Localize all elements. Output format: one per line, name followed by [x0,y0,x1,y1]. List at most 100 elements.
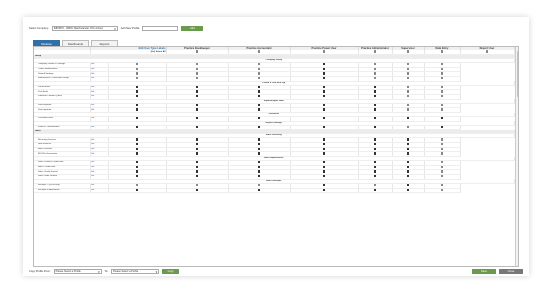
checkbox-unchecked[interactable] [257,72,261,75]
checkbox-checked[interactable] [373,138,377,141]
checkbox-checked[interactable] [135,117,139,120]
checkbox-checked[interactable] [373,147,377,150]
checkbox-checked[interactable] [373,85,377,88]
checkbox-unchecked[interactable] [195,183,199,187]
checkbox-unchecked[interactable] [257,50,261,53]
checkbox-checked[interactable] [257,125,261,128]
checkbox-checked[interactable] [135,103,139,106]
checkbox-unchecked[interactable] [373,77,377,80]
checkbox-checked[interactable] [135,175,139,178]
checkbox-checked[interactable] [195,188,199,191]
checkbox-checked[interactable] [257,170,261,173]
checkbox-checked[interactable] [406,170,410,173]
checkbox-checked[interactable] [373,90,377,93]
checkbox-checked[interactable] [406,117,410,120]
checkbox-unchecked[interactable] [135,77,139,80]
checkbox-checked[interactable] [322,138,326,141]
checkbox-checked[interactable] [322,170,326,173]
checkbox-checked[interactable] [257,143,261,146]
checkbox-checked[interactable] [406,147,410,150]
checkbox-checked[interactable] [373,125,377,128]
checkbox-checked[interactable] [373,188,377,191]
checkbox-unchecked[interactable] [440,108,444,111]
checkbox-checked[interactable] [135,85,139,88]
checkbox-checked[interactable] [322,125,326,128]
checkbox-unchecked[interactable] [440,103,444,106]
checkbox-unchecked[interactable] [440,147,444,150]
copy-from-select[interactable]: Please Select a Profile [53,268,102,274]
checkbox-unchecked[interactable] [135,72,139,75]
checkbox-checked[interactable] [257,90,261,93]
checkbox-unchecked[interactable] [195,63,199,66]
checkbox-checked[interactable] [135,108,139,111]
checkbox-checked[interactable] [195,175,199,178]
checkbox-unchecked[interactable] [373,67,377,70]
checkbox-unchecked[interactable] [322,50,326,53]
checkbox-checked[interactable] [322,108,326,111]
checkbox-unchecked[interactable] [406,50,410,53]
checkbox-checked[interactable] [195,125,199,128]
checkbox-checked[interactable] [322,161,326,164]
copy-button[interactable]: Copy [162,268,180,274]
checkbox-unchecked[interactable] [440,95,444,98]
checkbox-checked[interactable] [135,147,139,150]
checkbox-checked[interactable] [195,108,199,111]
checkbox-unchecked[interactable] [135,183,139,187]
checkbox-checked[interactable] [406,161,410,164]
scrollbar-thumb[interactable] [516,51,518,97]
checkbox-unchecked[interactable] [195,67,199,70]
checkbox-unchecked[interactable] [195,72,199,75]
checkbox-unchecked[interactable] [440,85,444,88]
checkbox-checked[interactable] [373,152,377,155]
checkbox-unchecked[interactable] [440,67,444,70]
checkbox-checked[interactable] [135,161,139,164]
checkbox-unchecked[interactable] [440,152,444,155]
checkbox-unchecked[interactable] [373,183,377,187]
company-select[interactable]: IMP9870 - IMINU Watchstander CIS Limited [51,25,118,31]
add-button[interactable]: Add [181,25,204,31]
checkbox-unchecked[interactable] [485,50,489,53]
checkbox-checked[interactable] [322,67,326,70]
checkbox-checked[interactable] [195,143,199,146]
checkbox-checked[interactable] [195,152,199,155]
checkbox-checked[interactable] [257,138,261,141]
checkbox-unchecked[interactable] [440,63,444,66]
checkbox-checked[interactable] [373,103,377,106]
checkbox-checked[interactable] [257,95,261,98]
checkbox-checked[interactable] [322,95,326,98]
checkbox-unchecked[interactable] [257,77,261,80]
checkbox-checked[interactable] [195,95,199,98]
checkbox-unchecked[interactable] [406,72,410,75]
checkbox-checked[interactable] [373,143,377,146]
grid-scrollbar[interactable] [515,47,518,266]
checkbox-checked[interactable] [322,85,326,88]
checkbox-unchecked[interactable] [406,63,410,66]
checkbox-checked[interactable] [135,188,139,191]
checkbox-checked[interactable] [257,188,261,191]
checkbox-unchecked[interactable] [373,72,377,75]
edit-link[interactable]: Edit [90,188,109,194]
checkbox-checked[interactable] [322,90,326,93]
checkbox-checked[interactable] [322,77,326,80]
checkbox-checked[interactable] [373,165,377,168]
save-button[interactable]: Save [472,268,496,274]
checkbox-checked[interactable] [135,170,139,173]
checkbox-checked[interactable] [257,175,261,178]
checkbox-unchecked[interactable] [440,72,444,75]
checkbox-checked[interactable] [440,117,444,120]
checkbox-checked[interactable] [322,103,326,106]
checkbox-unchecked[interactable] [406,77,410,80]
checkbox-checked[interactable] [195,138,199,141]
checkbox-unchecked[interactable] [406,67,410,70]
checkbox-checked[interactable] [322,188,326,191]
checkbox-checked[interactable] [373,108,377,111]
checkbox-unchecked[interactable] [440,90,444,93]
checkbox-unchecked[interactable] [440,161,444,164]
checkbox-checked[interactable] [135,143,139,146]
checkbox-checked[interactable] [257,165,261,168]
checkbox-checked[interactable] [322,117,326,120]
copy-to-select[interactable]: Please Select a Profile [111,268,160,274]
checkbox-unchecked[interactable] [406,103,410,106]
checkbox-checked[interactable] [322,152,326,155]
checkbox-checked[interactable] [135,90,139,93]
